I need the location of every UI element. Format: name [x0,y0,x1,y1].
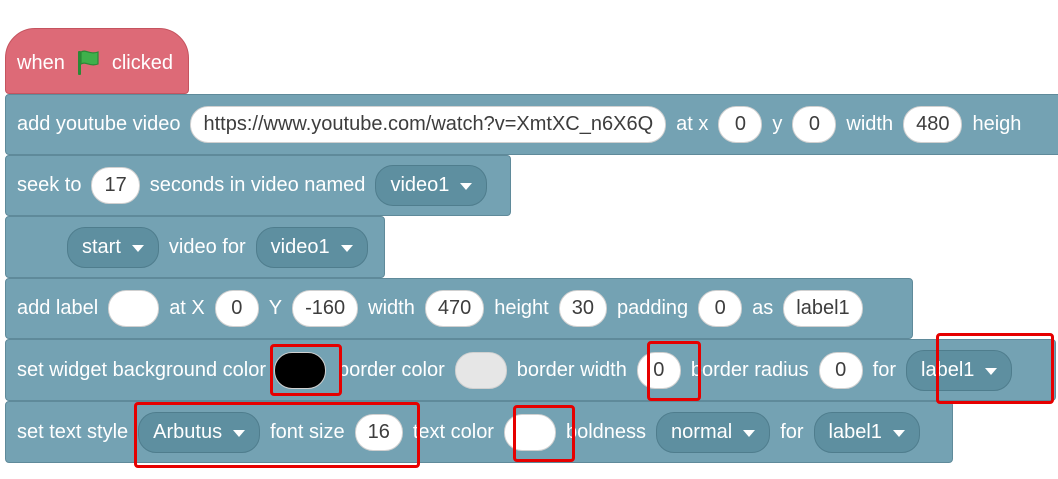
padding-input[interactable]: 0 [698,290,743,327]
x-input[interactable]: 0 [718,106,763,143]
action-dropdown-value: start [82,235,121,258]
target-dropdown-value: label1 [921,358,975,381]
caret-down-icon [985,367,998,375]
label-text-input[interactable] [108,290,160,327]
caret-down-icon [131,244,144,252]
video-dropdown-value: video1 [390,174,450,196]
boldness-dropdown[interactable]: normal [656,411,771,453]
target-dropdown[interactable]: label1 [813,411,920,453]
font-dropdown-value: Arbutus [153,420,223,443]
width-input[interactable]: 470 [424,290,485,327]
caret-down-icon [460,183,473,190]
caret-down-icon [892,429,905,437]
for-label: for [872,358,897,381]
font-size-input[interactable]: 16 [354,413,403,451]
block-label: seek to [17,174,82,196]
width-label: width [846,113,894,135]
border-radius-input[interactable]: 0 [818,351,863,389]
when-flag-clicked-block[interactable]: when clicked [5,28,189,94]
add-label-block[interactable]: add label at X 0 Y -160 width 470 height… [5,278,913,339]
when-label: when [17,51,65,74]
at-x-label: at x [676,113,709,135]
target-dropdown[interactable]: label1 [906,349,1013,391]
seconds-input[interactable]: 17 [91,167,140,204]
block-label: add label [17,297,99,319]
border-width-label: border width [516,358,627,381]
block-label: add youtube video [17,113,181,135]
border-color-label: border color [338,358,445,381]
caret-down-icon [340,244,353,252]
block-label: set widget background color [17,358,267,381]
at-x-label: at X [169,297,205,319]
text-color-label: text color [412,420,494,443]
video-dropdown[interactable]: video1 [255,226,368,268]
url-input[interactable]: https://www.youtube.com/watch?v=XmtXC_n6… [190,106,667,143]
action-dropdown[interactable]: start [67,226,159,268]
height-label: heigh [972,113,1022,135]
text-color-swatch[interactable] [503,413,556,451]
y-label: y [772,113,783,135]
width-input[interactable]: 480 [903,106,963,143]
height-label: height [494,297,549,319]
for-label: for [780,420,804,443]
seconds-label: seconds in video named [149,174,366,196]
name-input[interactable]: label1 [783,290,863,327]
green-flag-icon [75,49,101,77]
font-size-label: font size [270,420,345,443]
width-label: width [368,297,415,319]
set-widget-background-block[interactable]: set widget background color border color… [5,339,1056,401]
y-input[interactable]: -160 [292,290,359,327]
font-dropdown[interactable]: Arbutus [138,411,261,453]
border-width-input[interactable]: 0 [636,351,681,389]
border-color-swatch[interactable] [454,351,507,389]
caret-down-icon [233,429,246,437]
target-dropdown-value: label1 [828,420,882,443]
video-dropdown[interactable]: video1 [375,165,488,206]
block-canvas: when clicked add youtube video https://w… [0,0,1058,479]
border-radius-label: border radius [690,358,809,381]
height-input[interactable]: 30 [558,290,607,327]
add-youtube-video-block[interactable]: add youtube video https://www.youtube.co… [5,94,1058,155]
x-input[interactable]: 0 [214,290,259,327]
start-video-block[interactable]: start video for video1 [5,216,385,278]
boldness-dropdown-value: normal [671,420,733,443]
clicked-label: clicked [111,51,173,74]
video-for-label: video for [168,235,246,258]
set-text-style-block[interactable]: set text style Arbutus font size 16 text… [5,401,953,463]
boldness-label: boldness [565,420,647,443]
y-label: Y [268,297,283,319]
as-label: as [752,297,774,319]
block-label: set text style [17,420,129,443]
background-color-swatch[interactable] [274,351,327,389]
y-input[interactable]: 0 [792,106,837,143]
caret-down-icon [743,429,756,437]
seek-to-block[interactable]: seek to 17 seconds in video named video1 [5,155,511,216]
video-dropdown-value: video1 [270,235,330,258]
padding-label: padding [616,297,689,319]
